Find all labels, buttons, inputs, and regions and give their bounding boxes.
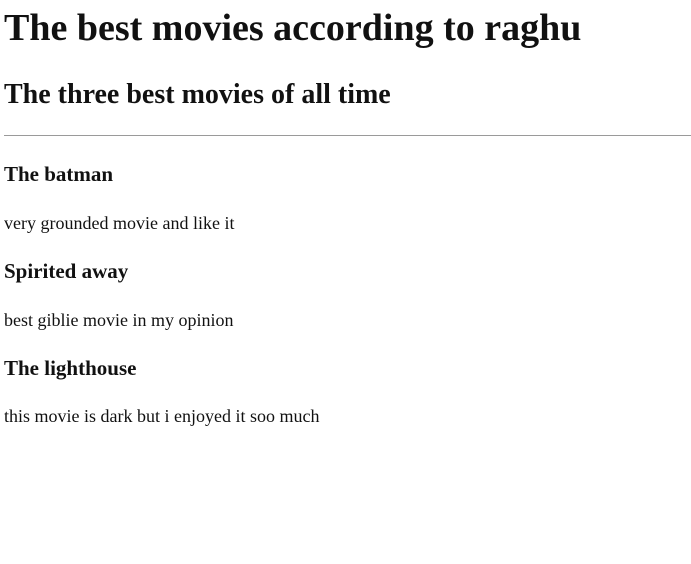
- movie-title-lighthouse: The lighthouse: [4, 356, 137, 380]
- movie-title-batman: The batman: [4, 162, 114, 186]
- page-subtitle: The three best movies of all time: [4, 79, 391, 110]
- movie-title-spirited-away: Spirited away: [4, 259, 129, 283]
- movie-description-spirited-away: best giblie movie in my opinion: [4, 310, 234, 330]
- divider: [4, 135, 691, 136]
- movie-description-lighthouse: this movie is dark but i enjoyed it soo …: [4, 406, 320, 426]
- movie-description-batman: very grounded movie and like it: [4, 213, 235, 233]
- page-title: The best movies according to raghu: [4, 7, 582, 49]
